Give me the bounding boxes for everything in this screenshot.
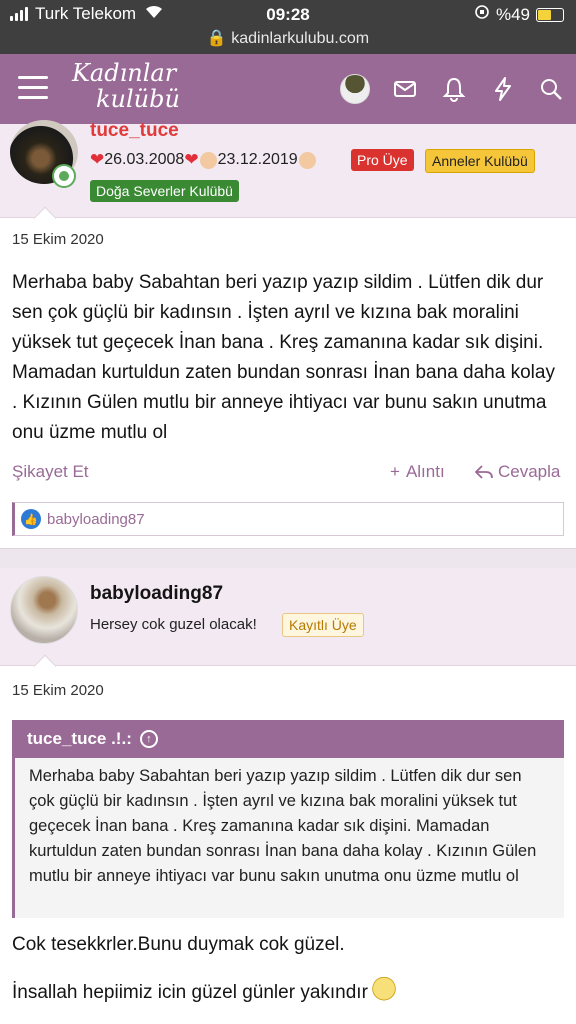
battery-icon [536,7,564,22]
badge-pro: Pro Üye [351,149,414,171]
bell-icon[interactable] [441,76,467,102]
quote-block: tuce_tuce .!.: ↑ Merhaba baby Sabahtan b… [12,720,564,918]
badge-kayitli-uye: Kayıtlı Üye [282,613,364,637]
post-body: Merhaba baby Sabahtan beri yazıp yazıp s… [12,272,555,443]
logo-line2: kulübü [96,85,180,113]
post-username[interactable]: babyloading87 [90,583,223,605]
reply-text-line1: Cok tesekkrler.Bunu duymak cok güzel. [12,934,345,955]
user-title: Hersey cok guzel olacak! [90,616,257,633]
quote-author: tuce_tuce .!.: [27,729,132,748]
mail-icon[interactable] [392,76,418,102]
reply-text-line2-label: İnsallah hepiimiz icin güzel günler yakı… [12,982,368,1003]
quote-text: Merhaba baby Sabahtan beri yazıp yazıp s… [29,767,537,885]
chick-emoji-icon [371,976,396,1004]
reply-button[interactable]: Cevapla [474,462,560,482]
url-text: kadinlarkulubu.com [231,30,370,47]
post-date[interactable]: 15 Ekim 2020 [12,682,104,699]
reply-text-line2: İnsallah hepiimiz icin güzel günler yakı… [12,976,396,1004]
baby-emoji-icon [298,151,316,169]
heart-icon: ❤ [90,150,105,169]
avatar[interactable] [10,576,78,644]
orientation-lock-icon [474,4,490,25]
logo-line1: Kadınlar [72,59,177,87]
reply-label: Cevapla [498,462,561,481]
lock-icon: 🔒 [206,30,227,47]
heart-icon: ❤ [184,150,199,169]
user-title: ❤ 26.03.2008 ❤ 23.12.2019 [90,150,317,170]
quote-button[interactable]: + Alıntı [390,462,445,482]
status-bar: Turk Telekom 09:28 %49 🔒 kadinlarkulubu.… [0,0,576,54]
online-status-icon [52,164,76,188]
battery-info: %49 [474,4,564,25]
arrow-up-icon[interactable]: ↑ [139,730,158,748]
top-navbar: Kadınlar kulübü [0,54,576,124]
search-icon[interactable] [538,76,564,102]
battery-percent: %49 [495,4,530,24]
report-button[interactable]: Şikayet Et [12,462,89,482]
menu-icon[interactable] [18,76,48,100]
badge-anneler-kulubu: Anneler Kulübü [425,149,535,173]
post-actions: Şikayet Et + Alıntı Cevapla [12,462,564,486]
post-separator [0,548,576,568]
post-username[interactable]: tuce_tuce [90,120,179,142]
site-logo[interactable]: Kadınlar kulübü [72,60,180,112]
quote-label: Alıntı [405,462,445,481]
quote-header[interactable]: tuce_tuce .!.: ↑ [15,720,564,758]
address-bar[interactable]: 🔒 kadinlarkulubu.com [0,28,576,48]
liked-by-user[interactable]: babyloading87 [47,511,145,528]
plus-icon: + [390,462,400,481]
reply-icon [474,465,493,479]
like-icon: 👍 [21,509,41,529]
user-title-date2: 23.12.2019 [217,151,298,168]
baby-emoji-icon [199,151,217,169]
avatar[interactable] [340,74,370,104]
user-title-date1: 26.03.2008 [104,151,185,168]
badge-doga-severler: Doğa Severler Kulübü [90,180,239,202]
likes-bar: 👍 babyloading87 [12,502,564,536]
lightning-icon[interactable] [490,76,516,102]
post-date[interactable]: 15 Ekim 2020 [12,231,104,248]
